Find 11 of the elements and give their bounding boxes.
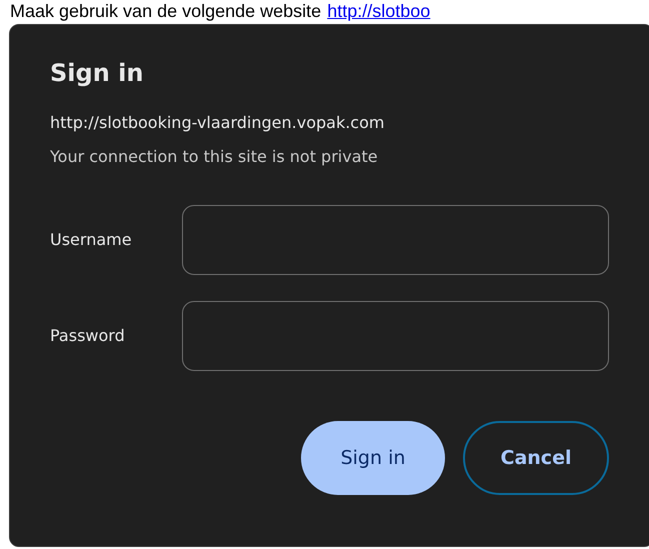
site-url: http://slotbooking-vlaardingen.vopak.com — [50, 112, 386, 134]
privacy-warning: Your connection to this site is not private — [50, 146, 379, 168]
instruction-text: Maak gebruik van de volgende website — [10, 0, 322, 22]
sign-in-button[interactable]: Sign in — [301, 421, 445, 495]
input-field[interactable] — [182, 205, 609, 275]
input-field[interactable] — [182, 301, 609, 371]
field-label: Username — [50, 229, 133, 251]
website-link[interactable]: http://slotboo — [327, 0, 430, 22]
cancel-button[interactable]: Cancel — [463, 421, 609, 495]
field-label: Password — [50, 325, 126, 347]
dialog-title: Sign in — [50, 58, 144, 89]
